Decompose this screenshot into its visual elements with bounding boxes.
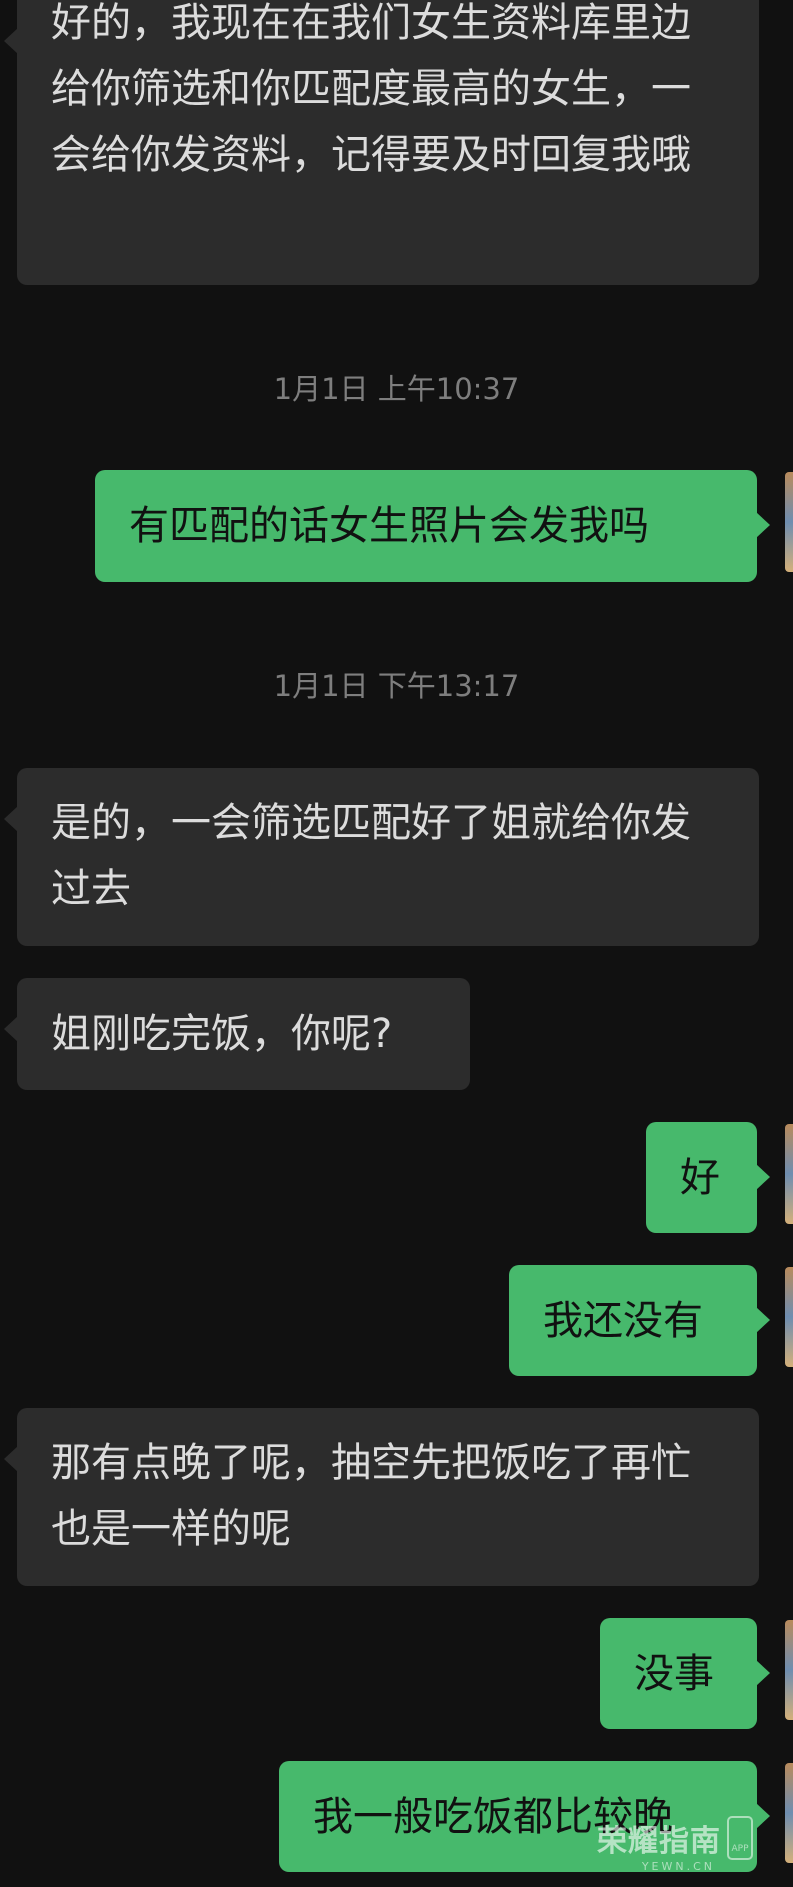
outgoing-message-bubble[interactable]: 没事 [600,1618,770,1729]
outgoing-message-bubble[interactable]: 好 [646,1122,770,1233]
chat-message-list[interactable]: 好的，我现在在我们女生资料库里边给你筛选和你匹配度最高的女生，一会给你发资料，记… [0,0,793,1887]
incoming-message-bubble[interactable]: 姐刚吃完饭，你呢? [4,978,470,1090]
incoming-message-bubble[interactable]: 是的，一会筛选匹配好了姐就给你发过去 [4,768,759,946]
own-avatar-edge[interactable] [785,1124,793,1224]
site-watermark: 荣耀指南 APP YEWN.CN [597,1816,753,1873]
app-badge-icon: APP [727,1816,753,1860]
message-text: 那有点晚了呢，抽空先把饭吃了再忙也是一样的呢 [51,1440,691,1552]
message-text: 没事 [634,1650,714,1697]
own-avatar-edge[interactable] [785,1620,793,1720]
message-text: 是的，一会筛选匹配好了姐就给你发过去 [51,800,691,912]
watermark-title: 荣耀指南 [597,1824,721,1859]
watermark-url: YEWN.CN [641,1860,715,1873]
message-text: 姐刚吃完饭，你呢? [51,1011,393,1057]
incoming-message-bubble[interactable]: 好的，我现在在我们女生资料库里边给你筛选和你匹配度最高的女生，一会给你发资料，记… [4,0,759,285]
message-text: 我还没有 [543,1297,703,1344]
outgoing-message-bubble[interactable]: 有匹配的话女生照片会发我吗 [95,470,770,582]
own-avatar-edge[interactable] [785,1763,793,1863]
message-text: 好的，我现在在我们女生资料库里边给你筛选和你匹配度最高的女生，一会给你发资料，记… [51,0,691,178]
message-timestamp: 1月1日 下午13:17 [273,669,520,703]
message-text: 好 [680,1154,720,1201]
own-avatar-edge[interactable] [785,1267,793,1367]
outgoing-message-bubble[interactable]: 我还没有 [509,1265,770,1376]
own-avatar-edge[interactable] [785,472,793,572]
incoming-message-bubble[interactable]: 那有点晚了呢，抽空先把饭吃了再忙也是一样的呢 [4,1408,759,1586]
message-text: 有匹配的话女生照片会发我吗 [129,503,649,549]
message-timestamp: 1月1日 上午10:37 [273,372,520,406]
